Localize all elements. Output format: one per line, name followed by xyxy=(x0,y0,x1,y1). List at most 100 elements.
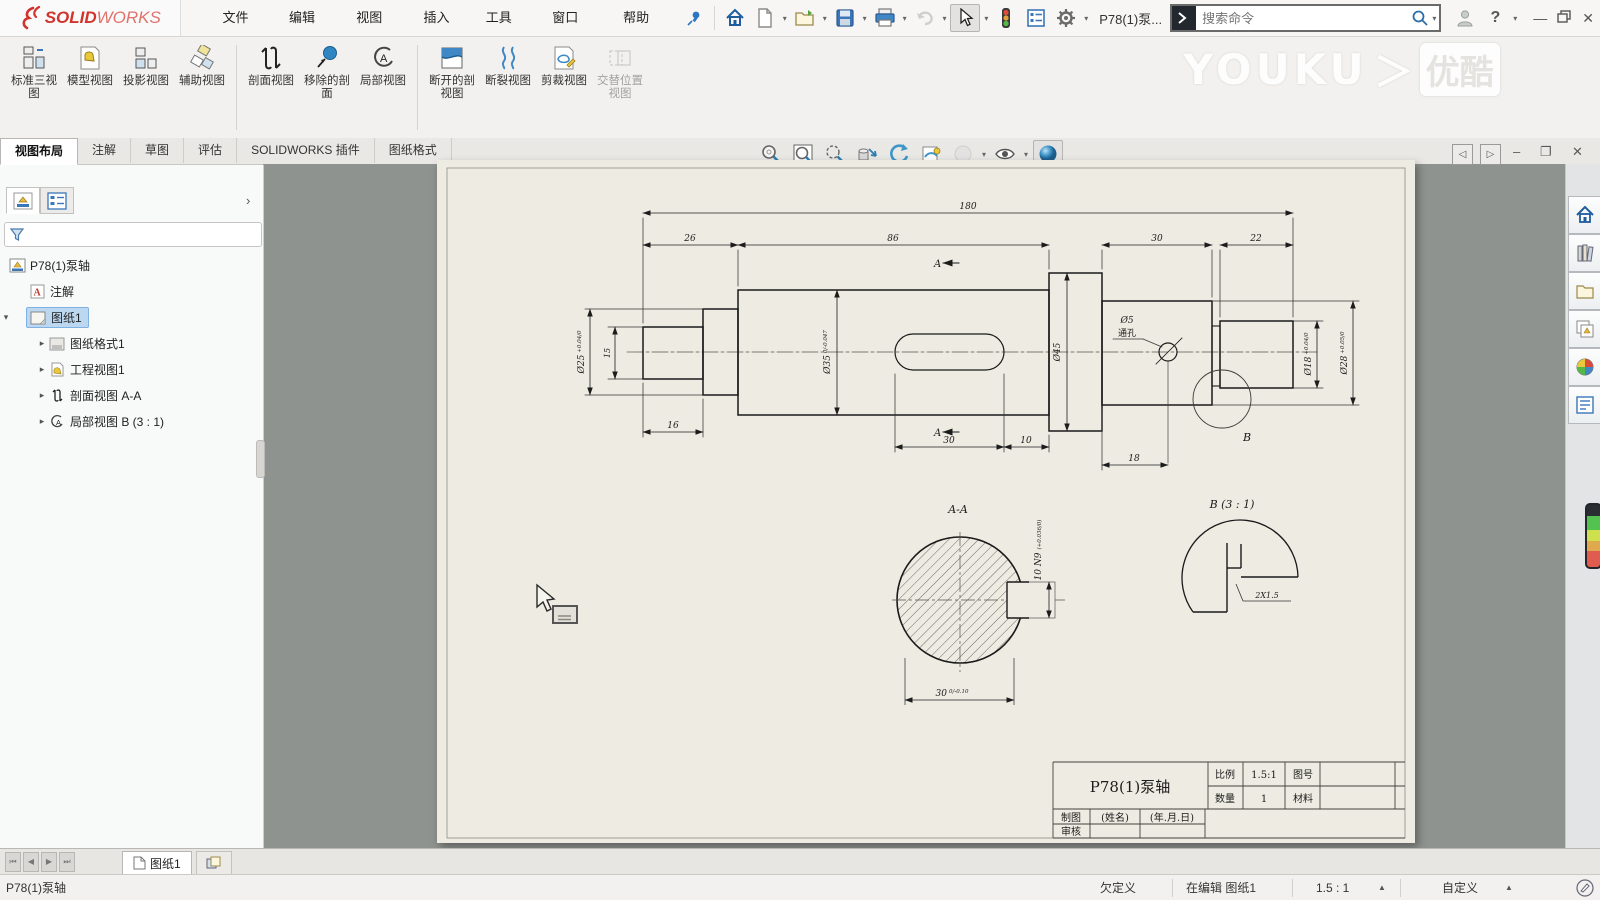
last-sheet-button[interactable]: ⏭ xyxy=(59,852,75,872)
new-document-button[interactable] xyxy=(751,5,779,31)
tab-annotation[interactable]: 注解 xyxy=(78,138,131,163)
tab-sketch[interactable]: 草图 xyxy=(131,138,184,163)
expand-arrow-icon[interactable]: ▸ xyxy=(36,364,48,375)
dim-phi45[interactable]: Ø45 xyxy=(1052,342,1063,362)
dim-phi18[interactable]: Ø18+0.04/0 xyxy=(1303,332,1314,377)
dim-key-30[interactable]: 30 xyxy=(943,436,955,446)
command-search-box[interactable]: ▾ xyxy=(1170,4,1441,32)
section-view-button[interactable]: 剖面视图 xyxy=(244,41,298,138)
removed-section-button[interactable]: 移除的剖面 xyxy=(300,41,354,138)
dim-section-30[interactable]: 300/-0.10 xyxy=(936,689,969,699)
design-library-button[interactable] xyxy=(1568,234,1600,272)
evaluate-panel-button[interactable] xyxy=(1022,5,1050,31)
tree-filter-input[interactable] xyxy=(4,222,262,247)
help-button[interactable]: ? xyxy=(1481,5,1509,31)
new-caret-icon[interactable]: ▾ xyxy=(780,14,790,23)
menu-insert[interactable]: 插入(I) xyxy=(412,0,474,36)
display-style-caret-icon[interactable]: ▾ xyxy=(979,150,989,159)
help-caret-icon[interactable]: ▾ xyxy=(1510,14,1520,23)
task-pane-home-button[interactable] xyxy=(1568,196,1600,234)
appearances-button[interactable] xyxy=(1568,348,1600,386)
detail-view-b[interactable]: B (3 : 1) 2X1.5 xyxy=(1182,498,1298,612)
menu-view[interactable]: 视图(V) xyxy=(344,0,411,36)
search-caret-icon[interactable]: ▾ xyxy=(1429,14,1439,23)
projected-view-button[interactable]: 投影视图 xyxy=(119,41,173,138)
detail-view-button[interactable]: A 局部视图 xyxy=(356,41,410,138)
hide-show-caret-icon[interactable]: ▾ xyxy=(1021,150,1031,159)
dim-30-seg[interactable]: 30 xyxy=(1151,234,1163,244)
section-line-a[interactable]: A A xyxy=(933,259,959,439)
select-caret-icon[interactable]: ▾ xyxy=(981,14,991,23)
feature-manager-tab[interactable] xyxy=(6,187,40,214)
dim-180[interactable]: 180 xyxy=(959,202,976,212)
next-sheet-button[interactable]: ▶ xyxy=(41,852,57,872)
expand-arrow-icon[interactable]: ▸ xyxy=(36,390,48,401)
expand-arrow-icon[interactable]: ▸ xyxy=(36,338,48,349)
print-button[interactable] xyxy=(871,5,899,31)
select-tool-button[interactable] xyxy=(950,4,980,32)
tab-view-layout[interactable]: 视图布局 xyxy=(0,138,78,165)
tree-root-row[interactable]: P78(1)泵轴 xyxy=(0,253,263,278)
property-manager-tab[interactable] xyxy=(40,187,74,214)
home-button[interactable] xyxy=(721,5,749,31)
panel-splitter-handle[interactable] xyxy=(256,440,265,478)
tree-sheet1-row[interactable]: ▾ 图纸1 xyxy=(0,305,263,330)
undo-caret-icon[interactable]: ▾ xyxy=(940,14,950,23)
tree-annotations-row[interactable]: A 注解 xyxy=(0,279,263,304)
status-units[interactable]: 自定义 xyxy=(1442,875,1478,900)
dim-86[interactable]: 86 xyxy=(887,234,899,244)
first-sheet-button[interactable]: ⏮ xyxy=(5,852,21,872)
previous-document-button[interactable]: ◁ xyxy=(1452,144,1473,165)
broken-out-section-button[interactable]: 断开的剖视图 xyxy=(425,41,479,138)
collapse-arrow-icon[interactable]: ▾ xyxy=(0,312,12,323)
minimize-button[interactable]: — xyxy=(1528,10,1552,26)
file-explorer-button[interactable] xyxy=(1568,272,1600,310)
section-view-a-a[interactable]: A-A 10 N9(+0.036/0) 300/-0.10 xyxy=(892,503,1065,705)
menu-file[interactable]: 文件(F) xyxy=(211,0,278,36)
pin-icon[interactable] xyxy=(680,5,708,31)
menu-edit[interactable]: 编辑(E) xyxy=(277,0,344,36)
dim-16[interactable]: 16 xyxy=(667,421,679,431)
dim-10[interactable]: 10 xyxy=(1020,436,1032,446)
dim-18[interactable]: 18 xyxy=(1128,454,1140,464)
expand-arrow-icon[interactable]: ▸ xyxy=(36,416,48,427)
drawing-sheet[interactable]: Ø5 通孔 B xyxy=(437,160,1415,843)
dim-phi28[interactable]: Ø28+0.05/0 xyxy=(1339,331,1350,376)
dim-22[interactable]: 22 xyxy=(1249,234,1262,244)
print-caret-icon[interactable]: ▾ xyxy=(900,14,910,23)
sheet1-tab[interactable]: 图纸1 xyxy=(122,851,192,874)
hole-callout[interactable]: Ø5 通孔 xyxy=(1113,315,1162,347)
detail-b-circle[interactable] xyxy=(1193,370,1251,428)
scale-spinner-icon[interactable]: ▲ xyxy=(1378,875,1386,900)
menu-tools[interactable]: 工具(T) xyxy=(474,0,541,36)
panel-expand-chevron-icon[interactable]: › xyxy=(246,193,250,208)
main-view[interactable]: Ø5 通孔 B xyxy=(576,202,1359,470)
tree-sheet-format-row[interactable]: ▸ 图纸格式1 xyxy=(0,331,263,356)
restore-button[interactable] xyxy=(1552,10,1576,26)
options-gear-button[interactable] xyxy=(1052,5,1080,31)
dim-26[interactable]: 26 xyxy=(683,234,696,244)
tree-section-view-row[interactable]: ▸ 剖面视图 A-A xyxy=(0,383,263,408)
add-sheet-tab[interactable] xyxy=(196,851,232,875)
child-close-button[interactable]: ✕ xyxy=(1572,144,1583,160)
close-button[interactable]: ✕ xyxy=(1576,10,1600,27)
dim-keyway-width[interactable]: 10 N9(+0.036/0) xyxy=(1034,520,1044,581)
options-caret-icon[interactable]: ▾ xyxy=(1081,14,1091,23)
status-edit-icon[interactable] xyxy=(1576,875,1594,900)
tree-drawing-view1-row[interactable]: ▸ 工程视图1 xyxy=(0,357,263,382)
standard-3view-button[interactable]: 标准三视图 xyxy=(7,41,61,138)
child-minimize-button[interactable]: – xyxy=(1513,144,1520,159)
status-sheet-scale[interactable]: 1.5 : 1 xyxy=(1316,875,1349,900)
dim-15[interactable]: 15 xyxy=(603,348,612,358)
save-button[interactable] xyxy=(831,5,859,31)
menu-help[interactable]: 帮助(H) xyxy=(611,0,679,36)
search-magnifier-icon[interactable] xyxy=(1411,9,1429,27)
open-button[interactable] xyxy=(791,5,819,31)
prev-sheet-button[interactable]: ◀ xyxy=(23,852,39,872)
auxiliary-view-button[interactable]: 辅助视图 xyxy=(175,41,229,138)
view-palette-button[interactable] xyxy=(1568,310,1600,348)
tab-sw-addins[interactable]: SOLIDWORKS 插件 xyxy=(237,138,375,163)
units-spinner-icon[interactable]: ▲ xyxy=(1505,875,1513,900)
save-caret-icon[interactable]: ▾ xyxy=(860,14,870,23)
search-input[interactable] xyxy=(1196,11,1411,26)
